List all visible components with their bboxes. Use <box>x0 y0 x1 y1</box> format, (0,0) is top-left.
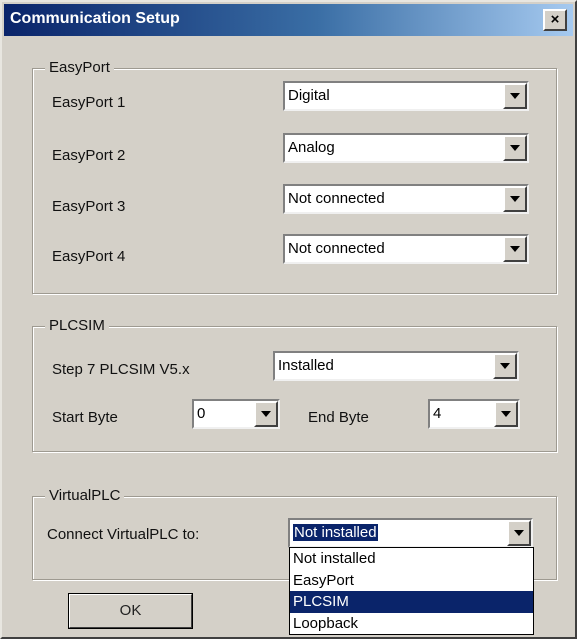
chevron-down-icon <box>510 145 520 151</box>
easyport-legend: EasyPort <box>45 59 114 76</box>
end-byte-label: End Byte <box>308 409 369 426</box>
chevron-down-icon <box>261 411 271 417</box>
start-byte-select[interactable]: 0 <box>192 399 280 429</box>
chevron-down-icon <box>510 93 520 99</box>
plcsim-legend: PLCSIM <box>45 317 109 334</box>
dropdown-option-easyport[interactable]: EasyPort <box>290 570 533 592</box>
easyport-3-select[interactable]: Not connected <box>283 184 529 214</box>
end-byte-dropdown-button[interactable] <box>494 401 518 427</box>
easyport-2-dropdown-button[interactable] <box>503 135 527 161</box>
easyport-1-value: Digital <box>288 87 330 104</box>
close-icon: × <box>550 11 560 28</box>
chevron-down-icon <box>500 363 510 369</box>
start-byte-value: 0 <box>197 405 206 422</box>
close-button[interactable]: × <box>543 9 567 31</box>
easyport-3-label: EasyPort 3 <box>52 198 126 215</box>
easyport-4-select[interactable]: Not connected <box>283 234 529 264</box>
easyport-2-label: EasyPort 2 <box>52 147 126 164</box>
easyport-2-value: Analog <box>288 139 335 156</box>
connect-virtualplc-selected: Not installed <box>292 523 379 542</box>
plcsim-group: PLCSIM <box>32 317 557 452</box>
communication-setup-dialog: Communication Setup × EasyPort EasyPort … <box>0 0 577 639</box>
start-byte-dropdown-button[interactable] <box>254 401 278 427</box>
connect-virtualplc-dropdown-button[interactable] <box>507 520 531 546</box>
dropdown-option-plcsim[interactable]: PLCSIM <box>290 591 533 613</box>
easyport-1-label: EasyPort 1 <box>52 94 126 111</box>
title-bar[interactable]: Communication Setup × <box>4 4 573 36</box>
chevron-down-icon <box>510 196 520 202</box>
connect-virtualplc-select[interactable]: Not installed <box>288 518 533 548</box>
connect-virtualplc-label: Connect VirtualPLC to: <box>47 526 200 543</box>
easyport-2-select[interactable]: Analog <box>283 133 529 163</box>
easyport-3-value: Not connected <box>288 190 385 207</box>
end-byte-select[interactable]: 4 <box>428 399 520 429</box>
start-byte-label: Start Byte <box>52 409 118 426</box>
chevron-down-icon <box>510 246 520 252</box>
connect-virtualplc-value: Not installed <box>292 523 379 542</box>
easyport-3-dropdown-button[interactable] <box>503 186 527 212</box>
easyport-4-label: EasyPort 4 <box>52 248 126 265</box>
step7-plcsim-select[interactable]: Installed <box>273 351 519 381</box>
dialog-title: Communication Setup <box>10 10 180 27</box>
end-byte-value: 4 <box>433 405 442 422</box>
easyport-4-value: Not connected <box>288 240 385 257</box>
virtualplc-dropdown-list[interactable]: Not installed EasyPort PLCSIM Loopback <box>289 547 534 635</box>
easyport-1-select[interactable]: Digital <box>283 81 529 111</box>
step7-plcsim-value: Installed <box>278 357 334 374</box>
virtualplc-legend: VirtualPLC <box>45 487 125 504</box>
easyport-4-dropdown-button[interactable] <box>503 236 527 262</box>
dropdown-option-not-installed[interactable]: Not installed <box>290 548 533 570</box>
chevron-down-icon <box>501 411 511 417</box>
step7-plcsim-dropdown-button[interactable] <box>493 353 517 379</box>
easyport-1-dropdown-button[interactable] <box>503 83 527 109</box>
dropdown-option-loopback[interactable]: Loopback <box>290 613 533 635</box>
ok-button[interactable]: OK <box>68 593 193 629</box>
chevron-down-icon <box>514 530 524 536</box>
step7-plcsim-label: Step 7 PLCSIM V5.x <box>52 361 190 378</box>
